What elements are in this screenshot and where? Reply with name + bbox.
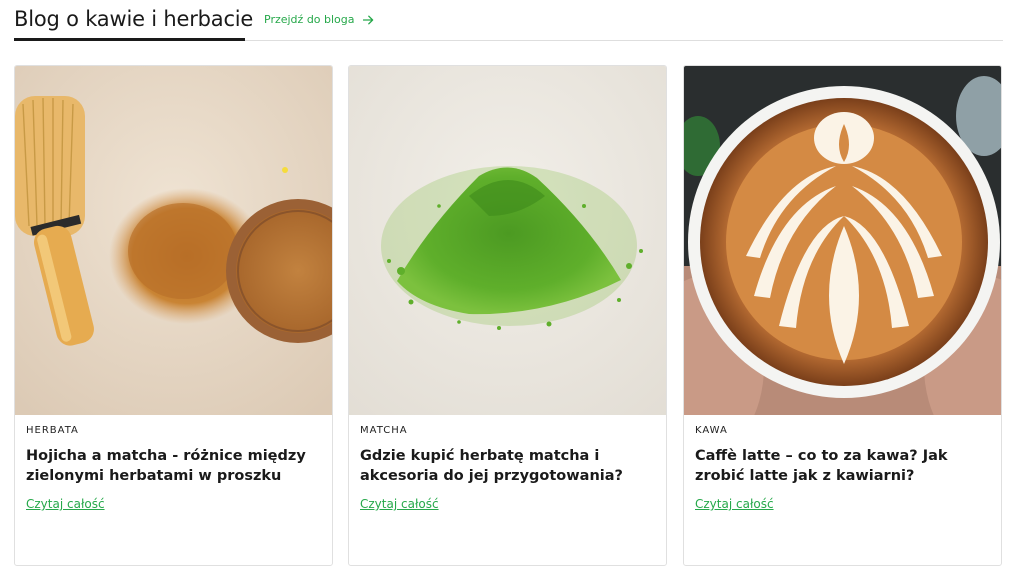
post-category: KAWA [695, 425, 728, 436]
post-title[interactable]: Hojicha a matcha - różnice między zielon… [26, 446, 316, 486]
read-more-link[interactable]: Czytaj całość [26, 497, 105, 511]
blog-card-caffe-latte[interactable]: KAWA Caffè latte – co to za kawa? Jak zr… [683, 65, 1002, 566]
section-header: Blog o kawie i herbacie Przejdź do bloga [14, 0, 1003, 41]
read-more-link[interactable]: Czytaj całość [360, 497, 439, 511]
post-category: HERBATA [26, 425, 79, 436]
go-to-blog-label: Przejdź do bloga [264, 13, 355, 26]
card-image-latte[interactable] [684, 66, 1001, 415]
section-title: Blog o kawie i herbacie [14, 7, 254, 31]
title-underline [14, 38, 245, 41]
card-image-matcha[interactable] [349, 66, 666, 415]
go-to-blog-link[interactable]: Przejdź do bloga [264, 13, 374, 26]
blog-card-hojicha[interactable]: HERBATA Hojicha a matcha - różnice międz… [14, 65, 333, 566]
post-title[interactable]: Caffè latte – co to za kawa? Jak zrobić … [695, 446, 985, 486]
post-title[interactable]: Gdzie kupić herbatę matcha i akcesoria d… [360, 446, 650, 486]
post-category: MATCHA [360, 425, 408, 436]
blog-card-matcha[interactable]: MATCHA Gdzie kupić herbatę matcha i akce… [348, 65, 667, 566]
card-image-hojicha[interactable] [15, 66, 332, 415]
read-more-link[interactable]: Czytaj całość [695, 497, 774, 511]
arrow-right-icon [362, 15, 374, 25]
